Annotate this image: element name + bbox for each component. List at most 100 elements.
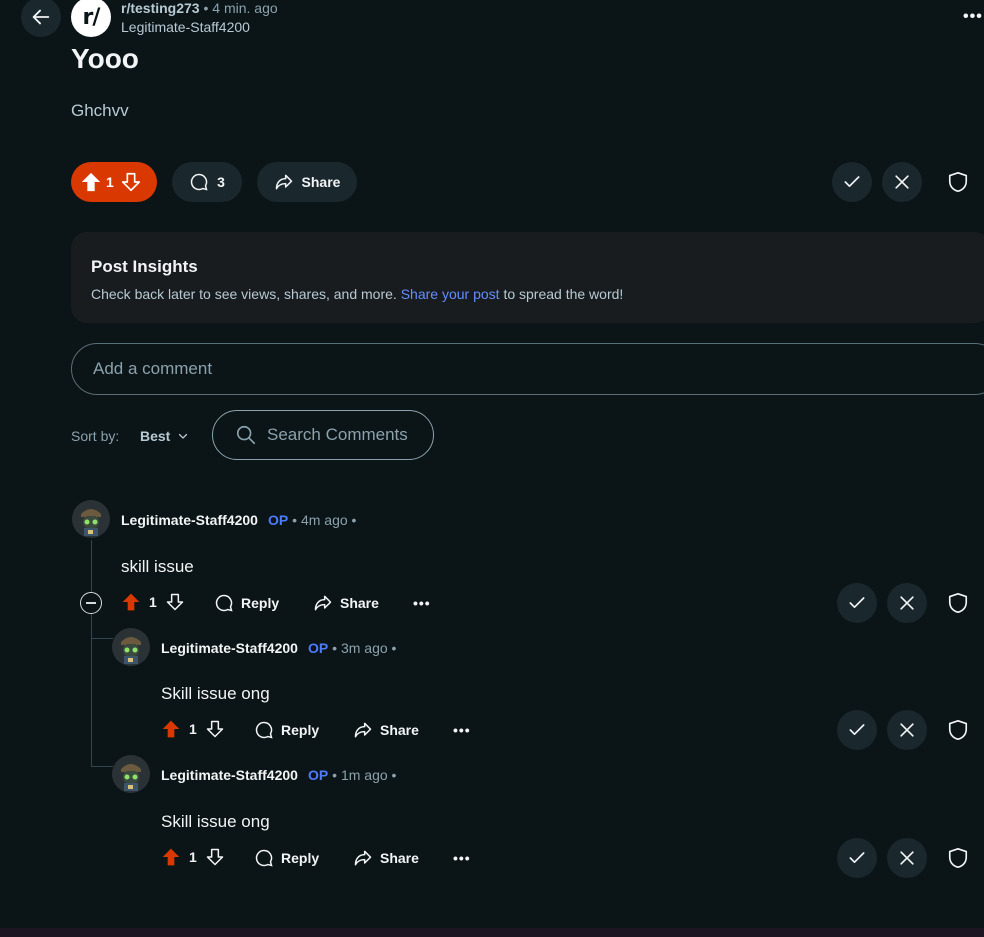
comment-text: Skill issue ong xyxy=(161,684,270,703)
comment-time: • 1m ago • xyxy=(332,767,397,783)
post-more-button[interactable]: ••• xyxy=(963,8,983,26)
share-icon xyxy=(314,595,332,611)
post-body: Ghchvv xyxy=(71,101,129,120)
sort-label: Sort by: xyxy=(71,428,120,444)
reply-button[interactable]: Reply xyxy=(214,593,279,613)
upvote-icon[interactable] xyxy=(121,592,141,612)
op-badge: OP xyxy=(307,640,329,656)
avatar[interactable] xyxy=(72,500,110,538)
comment-icon xyxy=(190,173,208,191)
comment-more-button[interactable]: ••• xyxy=(453,850,471,866)
comment-header: Legitimate-Staff4200 OP • 3m ago • xyxy=(161,640,396,656)
comment-icon xyxy=(255,849,273,867)
comment-vote-count: 1 xyxy=(189,849,197,865)
downvote-icon[interactable] xyxy=(205,719,225,739)
downvote-icon[interactable] xyxy=(120,171,142,193)
remove-button[interactable] xyxy=(887,838,927,878)
comment-header: Legitimate-Staff4200 OP • 1m ago • xyxy=(161,767,396,783)
comment-vote: 1 xyxy=(161,719,225,739)
comment-count: 3 xyxy=(217,174,225,190)
thread-connector xyxy=(91,638,113,639)
search-comments-input[interactable]: Search Comments xyxy=(212,410,434,460)
post-time: 4 min. ago xyxy=(212,0,278,16)
share-button[interactable]: Share xyxy=(353,720,419,740)
meta-separator: • xyxy=(203,0,209,16)
close-icon xyxy=(900,596,914,610)
search-icon xyxy=(236,425,256,445)
comment-time: • 4m ago • xyxy=(292,512,357,528)
comments-button[interactable]: 3 xyxy=(172,162,242,202)
comment-more-button[interactable]: ••• xyxy=(413,595,431,611)
back-button[interactable] xyxy=(21,0,61,37)
shield-icon xyxy=(948,720,968,740)
thread-line xyxy=(91,638,92,766)
insights-title: Post Insights xyxy=(91,257,198,276)
insights-text: Check back later to see views, shares, a… xyxy=(91,286,624,302)
shield-icon xyxy=(948,848,968,868)
check-icon xyxy=(849,724,865,735)
subreddit-link[interactable]: r/testing273 xyxy=(121,0,200,16)
share-button[interactable]: Share xyxy=(257,162,357,202)
post-vote-count: 1 xyxy=(106,174,114,190)
bottom-bar xyxy=(0,928,984,937)
approve-button[interactable] xyxy=(837,583,877,623)
search-placeholder: Search Comments xyxy=(267,425,408,444)
mod-shield-button[interactable] xyxy=(938,838,978,878)
share-your-post-link[interactable]: Share your post xyxy=(401,286,500,302)
post-insights-card: Post Insights Check back later to see vi… xyxy=(71,232,984,323)
remove-button[interactable] xyxy=(887,710,927,750)
close-icon xyxy=(900,723,914,737)
share-button[interactable]: Share xyxy=(313,593,379,613)
upvote-icon[interactable] xyxy=(161,847,181,867)
comment-author[interactable]: Legitimate-Staff4200 xyxy=(121,512,258,528)
chevron-down-icon xyxy=(179,433,188,439)
remove-button[interactable] xyxy=(882,162,922,202)
check-icon xyxy=(849,852,865,863)
mod-shield-button[interactable] xyxy=(938,710,978,750)
comment-vote: 1 xyxy=(161,847,225,867)
avatar[interactable] xyxy=(112,628,150,666)
post-meta: r/testing273 • 4 min. ago xyxy=(121,0,278,16)
comment-icon xyxy=(255,721,273,739)
upvote-icon[interactable] xyxy=(161,719,181,739)
mod-shield-button[interactable] xyxy=(938,583,978,623)
mod-shield-button[interactable] xyxy=(938,162,978,202)
share-button[interactable]: Share xyxy=(353,848,419,868)
shield-icon xyxy=(948,593,968,613)
post-vote-pill: 1 xyxy=(71,162,157,202)
reply-button[interactable]: Reply xyxy=(254,720,319,740)
check-icon xyxy=(849,597,865,608)
approve-button[interactable] xyxy=(832,162,872,202)
minus-icon xyxy=(86,602,96,604)
add-comment-input[interactable]: Add a comment xyxy=(71,343,984,395)
comment-header: Legitimate-Staff4200 OP • 4m ago • xyxy=(121,512,356,528)
comment-vote: 1 xyxy=(121,592,185,612)
check-icon xyxy=(844,176,860,187)
comment-time: • 3m ago • xyxy=(332,640,397,656)
comment-author[interactable]: Legitimate-Staff4200 xyxy=(161,767,298,783)
reply-button[interactable]: Reply xyxy=(254,848,319,868)
sort-dropdown[interactable]: Best xyxy=(140,428,189,444)
avatar[interactable] xyxy=(112,755,150,793)
thread-connector xyxy=(91,766,113,767)
upvote-icon[interactable] xyxy=(80,171,102,193)
comment-author[interactable]: Legitimate-Staff4200 xyxy=(161,640,298,656)
subreddit-avatar[interactable]: r/ xyxy=(71,0,111,37)
comment-text: Skill issue ong xyxy=(161,812,270,831)
shield-icon xyxy=(948,172,968,192)
downvote-icon[interactable] xyxy=(165,592,185,612)
close-icon xyxy=(895,175,909,189)
approve-button[interactable] xyxy=(837,710,877,750)
op-badge: OP xyxy=(267,512,289,528)
comment-more-button[interactable]: ••• xyxy=(453,722,471,738)
downvote-icon[interactable] xyxy=(205,847,225,867)
op-badge: OP xyxy=(307,767,329,783)
approve-button[interactable] xyxy=(837,838,877,878)
remove-button[interactable] xyxy=(887,583,927,623)
comment-icon xyxy=(215,594,233,612)
thread-line xyxy=(91,614,92,638)
share-icon xyxy=(275,174,292,190)
post-author[interactable]: Legitimate-Staff4200 xyxy=(121,19,250,35)
thread-line xyxy=(91,540,92,592)
collapse-thread-button[interactable] xyxy=(80,592,102,614)
